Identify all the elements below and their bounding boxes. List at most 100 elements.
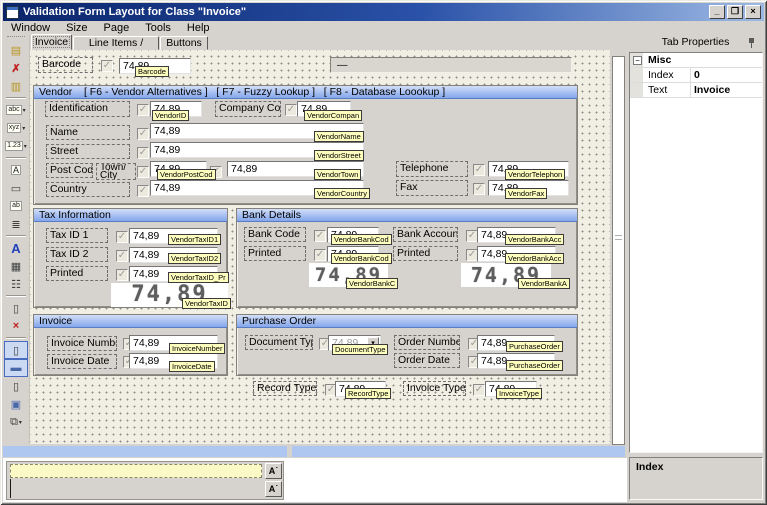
country-checkbox[interactable]: ✓ [137,185,149,197]
purchase-order-section[interactable]: Purchase Order Document Type ✓ 74,89 ▾ D… [236,314,578,376]
company-code-label[interactable]: Company Code [215,101,281,117]
tab-invoice[interactable]: Invoice [31,34,72,50]
name-checkbox[interactable]: ✓ [137,128,149,140]
design-canvas[interactable]: Barcode ✓ 74,89 Barcode — Vendor [ F6 - … [30,50,610,444]
document-type-label[interactable]: Document Type [245,335,313,350]
order-date-label[interactable]: Order Date [394,353,460,368]
property-name-index[interactable]: Index [648,68,674,82]
street-checkbox[interactable]: ✓ [137,147,149,159]
font-button[interactable]: A [4,239,28,257]
barcode-display-panel[interactable]: — [330,57,572,73]
vendor-tax-id-printed-field-tag: VendorTaxID_Pr [168,272,229,283]
record-type-label[interactable]: Record Type [253,381,317,396]
page-2-button[interactable]: ▯ [4,377,28,395]
tax-id-2-label[interactable]: Tax ID 2 [46,247,108,262]
tab-line-items-amounts[interactable]: Line Items / Amounts [73,36,159,50]
bank-account-printed-label[interactable]: Printed [393,246,458,261]
grid-button[interactable]: ▦ [4,257,28,275]
minimize-button[interactable]: _ [709,5,725,19]
menu-item-size[interactable]: Size [58,21,95,35]
bank-code-label[interactable]: Bank Code [244,227,306,242]
invoice-type-label[interactable]: Invoice Type [403,381,466,396]
identification-checkbox[interactable]: ✓ [137,104,149,116]
bank-code-checkbox[interactable]: ✓ [314,230,326,242]
bank-code-printed-checkbox[interactable]: ✓ [314,249,326,261]
tab-form-icon: ▯ [13,344,19,357]
menu-item-tools[interactable]: Tools [137,21,179,35]
toolbar-grip[interactable] [7,36,25,39]
country-label[interactable]: Country [46,182,130,197]
field-list-button[interactable]: ☷ [4,275,28,293]
property-name-text[interactable]: Text [648,83,667,97]
numeric-field-button[interactable]: 1.23▾ [4,137,28,155]
list-box-tool-button[interactable]: ≣ [4,215,28,233]
edit-box-tool-button[interactable]: ab [4,197,28,215]
vendor-section[interactable]: Vendor [ F6 - Vendor Alternatives ] [ F7… [33,85,578,205]
invoice-type-checkbox[interactable]: ✓ [473,384,485,396]
new-form-button[interactable]: ▤ [4,41,28,59]
close-button[interactable]: × [745,5,761,19]
form-wizard-button[interactable]: ▥ [4,77,28,95]
property-group-misc[interactable]: Misc [648,53,671,67]
invoice-date-label[interactable]: Invoice Date [47,354,117,369]
tab-form-button[interactable]: ▯ [4,341,28,359]
bank-account-label[interactable]: Bank Account [393,227,458,242]
page-button[interactable]: ▯ [4,299,28,317]
tax-id-2-checkbox[interactable]: ✓ [116,250,128,262]
menu-item-page[interactable]: Page [96,21,138,35]
telephone-label[interactable]: Telephone [396,161,468,177]
property-description-title: Index [636,461,663,473]
identification-label[interactable]: Identification [45,101,130,117]
vendor-bank-code-field-tag: VendorBankCod [331,234,392,245]
barcode-label[interactable]: Barcode [38,57,93,73]
tax-printed-label[interactable]: Printed [46,266,108,281]
delete-item-button[interactable]: × [4,317,28,335]
tax-id-1-checkbox[interactable]: ✓ [116,231,128,243]
menu-item-window[interactable]: Window [3,21,58,35]
bank-code-printed-label[interactable]: Printed [244,246,306,261]
fax-label[interactable]: Fax [396,180,468,196]
vendor-section-header: Vendor [ F6 - Vendor Alternatives ] [ F7… [34,86,577,99]
telephone-checkbox[interactable]: ✓ [473,164,485,176]
symbol-field-button[interactable]: xyz▾ [4,119,28,137]
title-bar: Validation Form Layout for Class "Invoic… [3,3,764,21]
font-decrease-button[interactable]: A˙ [265,481,282,497]
pin-icon[interactable] [748,38,755,48]
street-label[interactable]: Street [46,144,130,159]
tax-information-section[interactable]: Tax Information Tax ID 1 ✓ 74,89 VendorT… [33,208,228,308]
text-field-button[interactable]: abc▾ [4,101,28,119]
page-2-icon: ▯ [13,380,19,393]
panel-button[interactable]: ▬ [4,359,28,377]
copy-button[interactable]: ⧉▾ [4,413,28,431]
screen-button[interactable]: ▣ [4,395,28,413]
property-grid[interactable]: − Misc Index 0 Text Invoice [629,52,763,453]
property-value-text[interactable]: Invoice [694,83,730,97]
maximize-button[interactable]: ❒ [727,5,743,19]
tax-printed-checkbox[interactable]: ✓ [116,269,128,281]
fax-checkbox[interactable]: ✓ [473,183,485,195]
name-label[interactable]: Name [46,125,130,140]
font-increase-button[interactable]: A˙ [265,463,282,479]
canvas-vertical-scrollbar[interactable] [612,56,625,445]
tax-id-1-label[interactable]: Tax ID 1 [46,228,108,243]
button-icon: ▭ [11,182,21,195]
vendor-telephone-field-tag: VendorTelephon [505,169,565,180]
company-code-checkbox[interactable]: ✓ [285,104,297,116]
vendor-company-field-tag: VendorCompan [304,110,362,121]
barcode-checkbox[interactable]: ✓ [101,60,113,72]
order-number-label[interactable]: Order Number [394,335,460,350]
property-value-index[interactable]: 0 [694,68,700,82]
label-tool-button[interactable]: A [4,161,28,179]
menu-item-help[interactable]: Help [179,21,218,35]
tab-buttons[interactable]: Buttons [160,36,208,50]
collapse-icon[interactable]: − [633,56,642,65]
bank-details-section[interactable]: Bank Details Bank Code ✓ 74,89 VendorBan… [236,208,578,308]
invoice-number-label[interactable]: Invoice Number [47,336,117,351]
post-code-label[interactable]: Post Code [46,163,93,178]
town-city-label[interactable]: Town/City [96,163,136,180]
delete-form-button[interactable]: ✗ [4,59,28,77]
button-tool-button[interactable]: ▭ [4,179,28,197]
post-code-checkbox[interactable]: ✓ [137,166,149,178]
sample-text-input[interactable] [10,464,262,478]
invoice-section[interactable]: Invoice Invoice Number ✓ 74,89 InvoiceNu… [33,314,228,376]
